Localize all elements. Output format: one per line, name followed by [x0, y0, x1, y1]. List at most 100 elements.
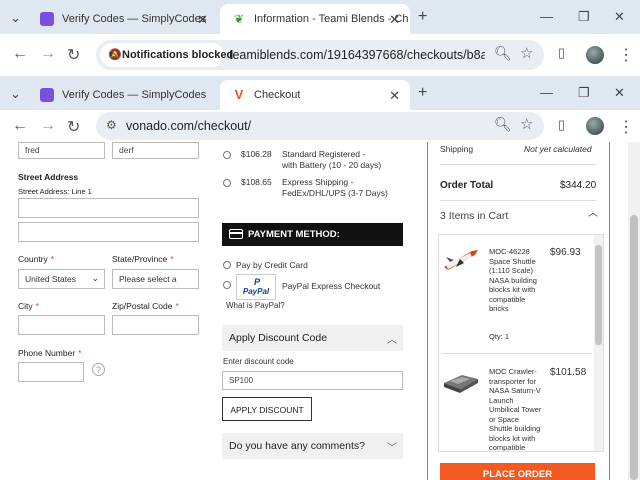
shipping-express-radio[interactable] [223, 179, 231, 187]
shipping-express-line2: FedEx/DHL/UPS (3-7 Days) [282, 188, 388, 198]
restore-icon[interactable]: ❐ [578, 85, 590, 101]
last-name-input[interactable]: derf [112, 142, 199, 159]
profile-avatar[interactable] [586, 117, 604, 135]
shipping-summary-value: Not yet calculated [524, 144, 592, 154]
notifications-blocked-chip[interactable]: 🔕 Notifications blocked [100, 43, 233, 67]
side-panel-icon[interactable]: ▯ [558, 45, 565, 61]
street-address-label: Street Address [18, 172, 79, 182]
divider [440, 164, 596, 165]
forward-icon[interactable]: → [40, 45, 56, 63]
chevron-up-icon[interactable]: ︿ [588, 208, 598, 219]
close-icon[interactable]: ✕ [389, 12, 400, 28]
nav-bar-window1: ← → ↻ 🔕 Notifications blocked teamiblend… [0, 34, 640, 76]
page-scrollbar-thumb[interactable] [630, 215, 638, 480]
first-name-input[interactable]: fred [18, 142, 105, 159]
site-settings-icon[interactable]: ⚙ [106, 118, 117, 132]
page-scrollbar[interactable] [628, 142, 640, 480]
pay-paypal-label: PayPal Express Checkout [282, 281, 381, 291]
side-panel-icon[interactable]: ▯ [558, 117, 565, 133]
discount-input-label: Enter discount code [223, 357, 294, 366]
window-close-icon[interactable]: ✕ [614, 9, 625, 25]
tab-search-chevron-icon[interactable]: ⌄ [10, 86, 21, 102]
new-tab-icon[interactable]: + [418, 8, 427, 26]
window-close-icon[interactable]: ✕ [614, 85, 625, 101]
crawler-transporter-image [444, 375, 478, 393]
cart-item-price: $101.58 [550, 367, 587, 378]
paypal-logo: P PayPal [236, 274, 276, 300]
cart-scrollbar-thumb[interactable] [595, 245, 602, 345]
space-shuttle-image [444, 250, 478, 270]
chevron-up-icon: ︿ [387, 335, 397, 346]
cart-scrollbar[interactable] [594, 235, 603, 451]
chevron-down-icon: ⌄ [91, 273, 99, 283]
address-bar[interactable]: ⚙ vonado.com/checkout/ 🔍︎ ☆ [96, 112, 544, 140]
street-line1-label: Street Address: Line 1 [18, 187, 92, 196]
new-tab-icon[interactable]: + [418, 84, 427, 102]
apply-discount-button[interactable]: APPLY DISCOUNT [222, 397, 312, 421]
country-label: Country * [18, 254, 55, 264]
help-icon[interactable]: ? [92, 363, 105, 376]
menu-icon[interactable]: ⋮ [618, 45, 634, 65]
zoom-icon[interactable]: 🔍︎ [494, 45, 512, 62]
forward-icon[interactable]: → [40, 117, 56, 135]
paypal-p-icon: P [253, 277, 260, 287]
back-icon[interactable]: ← [12, 117, 28, 135]
tab-bar-window2: ⌄ Verify Codes — SimplyCodes V Checkout … [0, 76, 640, 110]
zip-input[interactable] [112, 315, 199, 335]
close-icon[interactable]: ✕ [197, 12, 208, 28]
reload-icon[interactable]: ↻ [67, 117, 80, 137]
tab-verify-codes-2[interactable]: Verify Codes — SimplyCodes [28, 80, 218, 110]
shipping-standard-line2: with Battery (10 - 20 days) [282, 160, 382, 170]
country-select[interactable]: United States ⌄ [18, 269, 105, 289]
shipping-standard-price: $106.28 [241, 149, 272, 159]
zoom-icon[interactable]: 🔍︎ [494, 116, 512, 133]
state-label: State/Province * [112, 254, 174, 264]
tab-checkout[interactable]: V Checkout ✕ [220, 80, 410, 110]
order-total-label: Order Total [440, 180, 494, 191]
back-icon[interactable]: ← [12, 45, 28, 63]
address-bar[interactable]: 🔕 Notifications blocked teamiblends.com/… [96, 40, 544, 70]
phone-input[interactable] [18, 362, 84, 382]
simplycodes-icon [40, 12, 54, 26]
cart-item-name: MOC Crawler- transporter for NASA Saturn… [489, 367, 542, 452]
chevron-down-icon: ﹀ [387, 443, 397, 454]
place-order-button[interactable]: PLACE ORDER [440, 463, 595, 480]
tab-search-chevron-icon[interactable]: ⌄ [10, 10, 21, 26]
shipping-summary-label: Shipping [440, 144, 474, 154]
close-icon[interactable]: ✕ [389, 88, 400, 104]
star-icon[interactable]: ☆ [520, 115, 533, 133]
apply-discount-accordion[interactable]: Apply Discount Code ︿ [222, 325, 403, 351]
tab-verify-codes-1[interactable]: Verify Codes — SimplyCodes ✕ [28, 4, 218, 34]
order-total-value: $344.20 [560, 180, 597, 191]
what-is-paypal-link[interactable]: What is PayPal? [226, 300, 285, 311]
state-select[interactable]: Please select a [112, 269, 199, 289]
nav-bar-window2: ← → ↻ ⚙ vonado.com/checkout/ 🔍︎ ☆ ▯ ⋮ [0, 110, 640, 142]
tab-teami-information[interactable]: ❦ Information - Teami Blends - Ch ✕ [220, 4, 410, 34]
bell-off-icon: 🔕 [108, 49, 122, 61]
pay-paypal-radio[interactable] [223, 281, 231, 289]
cart-items-list[interactable]: MOC-46228 Space Shuttle (1:110 Scale) NA… [438, 234, 604, 452]
star-icon[interactable]: ☆ [520, 44, 533, 62]
minimize-icon[interactable]: — [540, 85, 553, 100]
street-line1-input[interactable] [18, 198, 199, 218]
cart-header[interactable]: 3 Items in Cart [440, 211, 508, 222]
shipping-standard-radio[interactable] [223, 151, 231, 159]
zip-label: Zip/Postal Code * [112, 301, 179, 311]
profile-avatar[interactable] [586, 46, 604, 64]
comments-accordion[interactable]: Do you have any comments? ﹀ [222, 433, 403, 459]
menu-icon[interactable]: ⋮ [618, 117, 634, 137]
cart-item-price: $96.93 [550, 247, 581, 258]
discount-code-input[interactable]: SP100 [222, 371, 403, 390]
pay-credit-card-label: Pay by Credit Card [236, 260, 308, 270]
city-input[interactable] [18, 315, 105, 335]
restore-icon[interactable]: ❐ [578, 9, 590, 25]
checkout-page: fred derf Street Address Street Address:… [0, 142, 640, 480]
street-line2-input[interactable] [18, 222, 199, 242]
phone-label: Phone Number * [18, 348, 82, 358]
pay-credit-card-radio[interactable] [223, 261, 231, 269]
minimize-icon[interactable]: — [540, 9, 553, 24]
divider [440, 200, 596, 201]
city-label: City * [18, 301, 39, 311]
reload-icon[interactable]: ↻ [67, 45, 80, 65]
shipping-standard-line1: Standard Registered - [282, 149, 366, 159]
